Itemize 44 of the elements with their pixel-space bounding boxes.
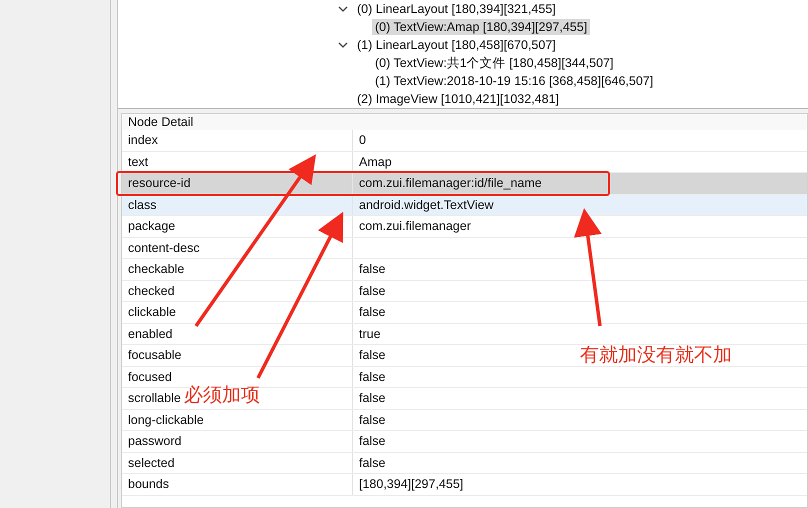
property-name: checkable: [122, 259, 353, 280]
tree-item[interactable]: (2) ImageView [1010,421][1032,481]: [354, 91, 562, 107]
property-name: focusable: [122, 345, 353, 366]
property-value: false: [359, 305, 386, 320]
property-value: false: [359, 370, 386, 384]
property-name: enabled: [122, 324, 353, 344]
annotation-text: 有就加没有就不加: [580, 344, 732, 368]
property-name: clickable: [122, 302, 353, 322]
property-name: class: [122, 194, 353, 215]
property-value: false: [359, 284, 386, 298]
property-name: password: [122, 431, 353, 452]
property-value: android.widget.TextView: [359, 198, 494, 212]
property-value: [180,394][297,455]: [359, 477, 464, 492]
chevron-icon[interactable]: [338, 40, 348, 50]
table-row[interactable]: resource-id com.zui.filemanager:id/file_name: [122, 173, 807, 194]
property-name: checked: [122, 280, 353, 301]
property-value: true: [359, 326, 381, 341]
property-value: false: [359, 434, 386, 448]
tree-item[interactable]: (1) TextView:2018-10-19 15:16 [368,458][646,507]: [372, 73, 656, 89]
property-name: index: [122, 130, 353, 150]
property-value: com.zui.filemanager:id/file_name: [359, 176, 542, 190]
tree-item[interactable]: (0) LinearLayout [180,394][321,455]: [354, 1, 559, 17]
table-row[interactable]: class android.widget.TextView: [122, 194, 807, 216]
property-value: false: [359, 391, 386, 406]
property-name: content-desc: [122, 238, 353, 258]
tree-item[interactable]: (1) LinearLayout [180,458][670,507]: [354, 37, 559, 53]
property-name: package: [122, 216, 353, 236]
property-name: long-clickable: [122, 410, 353, 430]
property-name: text: [122, 152, 353, 172]
tree-item[interactable]: (0) TextView:Amap [180,394][297,455]: [372, 19, 590, 35]
property-value: 0: [359, 133, 366, 148]
tree-item[interactable]: (0) TextView:共1个文件 [180,458][344,507]: [372, 54, 616, 72]
panel-title: Node Detail: [127, 114, 194, 130]
property-value: com.zui.filemanager: [359, 219, 471, 234]
property-name: resource-id: [122, 173, 353, 194]
property-value: false: [359, 456, 386, 470]
property-value: Amap: [359, 154, 392, 169]
property-name: selected: [122, 452, 353, 473]
property-value: false: [359, 412, 386, 427]
property-name: bounds: [122, 474, 353, 494]
property-value: false: [359, 348, 386, 362]
annotation-text: 必须加项: [184, 384, 260, 408]
chevron-icon[interactable]: [338, 4, 348, 14]
property-value: false: [359, 262, 386, 276]
